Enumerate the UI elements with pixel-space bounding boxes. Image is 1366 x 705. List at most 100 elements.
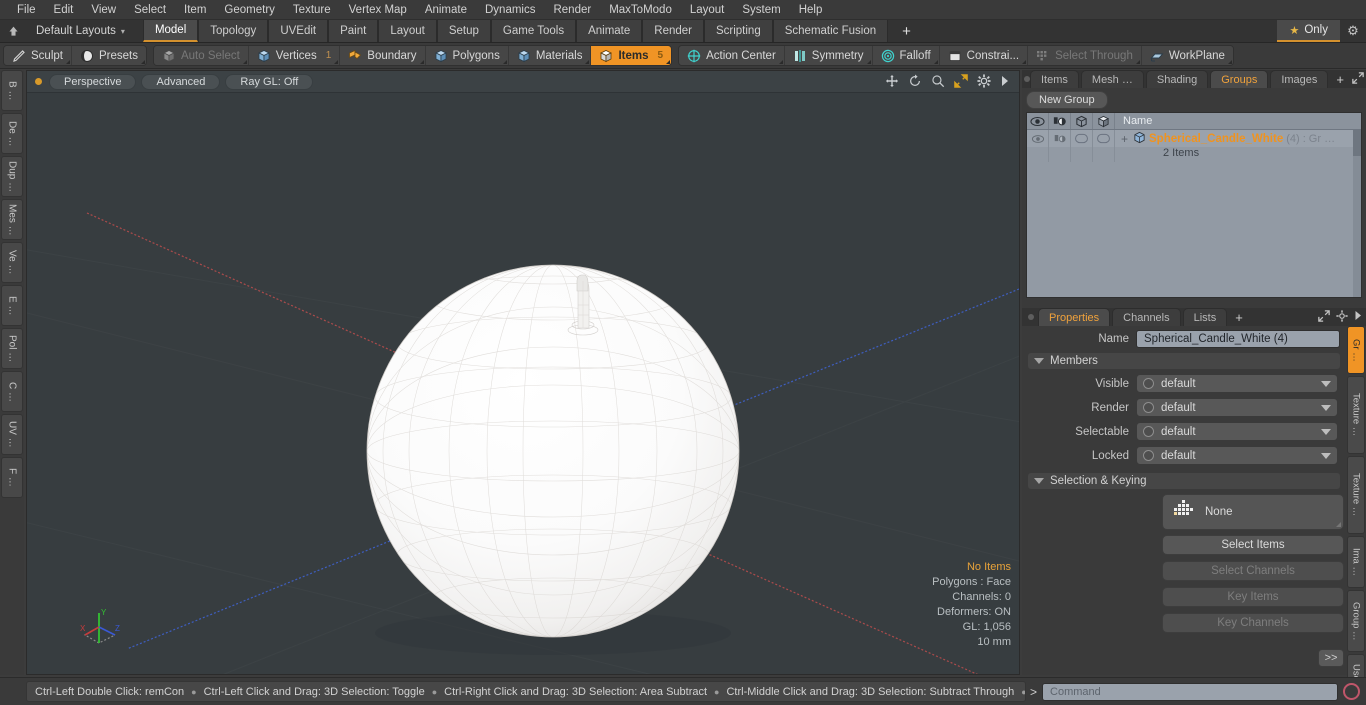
menu-item-dynamics[interactable]: Dynamics [476, 0, 544, 20]
menu-item-item[interactable]: Item [175, 0, 215, 20]
tool-button-boundary[interactable]: Boundary [340, 46, 426, 65]
zoom-icon[interactable] [931, 74, 945, 90]
viewport-canvas[interactable]: Y X Z No Items Polygons : Face Channels:… [27, 93, 1019, 674]
member-dropdown-selectable[interactable]: default [1136, 422, 1338, 441]
selection-set-dropdown[interactable]: None [1162, 494, 1344, 530]
add-layout-tab-button[interactable]: + [888, 20, 925, 42]
left-tab-1[interactable]: De … [1, 113, 23, 154]
chevron-down-icon[interactable] [1321, 452, 1331, 459]
left-tab-3[interactable]: Mes … [1, 199, 23, 240]
table-row[interactable]: + Spherical_Candle_White (4) : Gr … [1027, 130, 1361, 147]
layout-tab-uvedit[interactable]: UVEdit [268, 20, 329, 42]
add-properties-tab-button[interactable]: + [1229, 308, 1249, 326]
gear-icon[interactable] [1336, 309, 1348, 325]
layout-tab-schematic-fusion[interactable]: Schematic Fusion [772, 20, 889, 42]
dropdown-corner-icon[interactable] [933, 60, 938, 64]
row-selectable-toggle[interactable] [1071, 130, 1093, 147]
selection-keying-section-header[interactable]: Selection & Keying [1028, 473, 1340, 489]
panel-tab-groups[interactable]: Groups [1210, 70, 1269, 88]
left-tab-9[interactable]: F … [1, 457, 23, 498]
forward-button[interactable]: >> [1318, 649, 1344, 667]
viewport-raygl-button[interactable]: Ray GL: Off [225, 73, 314, 90]
dropdown-corner-icon[interactable] [334, 60, 339, 64]
dropdown-corner-icon[interactable] [242, 60, 247, 64]
expand-icon[interactable] [1352, 71, 1364, 87]
button-select-items[interactable]: Select Items [1162, 535, 1344, 555]
arrow-right-icon[interactable] [1000, 75, 1009, 89]
dropdown-corner-icon[interactable] [65, 60, 70, 64]
dropdown-corner-icon[interactable] [140, 60, 145, 64]
new-group-button[interactable]: New Group [1026, 91, 1108, 109]
home-icon[interactable] [0, 20, 26, 42]
menu-item-texture[interactable]: Texture [284, 0, 340, 20]
menu-item-view[interactable]: View [82, 0, 125, 20]
menu-item-maxtomodo[interactable]: MaxToModo [600, 0, 681, 20]
eye-icon[interactable] [1027, 113, 1049, 129]
layout-tab-render[interactable]: Render [642, 20, 704, 42]
layout-tab-scripting[interactable]: Scripting [703, 20, 773, 42]
dropdown-corner-icon[interactable] [585, 60, 590, 64]
menu-item-edit[interactable]: Edit [45, 0, 83, 20]
viewport-shading-button[interactable]: Advanced [141, 73, 221, 90]
menu-item-help[interactable]: Help [790, 0, 832, 20]
add-panel-tab-button[interactable]: + [1330, 70, 1350, 88]
properties-menu-dot[interactable] [1024, 308, 1038, 326]
tool-button-materials[interactable]: Materials [508, 46, 592, 65]
menu-item-select[interactable]: Select [125, 0, 175, 20]
chevron-down-icon[interactable] [1321, 380, 1331, 387]
properties-tab-lists[interactable]: Lists [1182, 308, 1228, 326]
row-label[interactable]: + Spherical_Candle_White (4) : Gr … [1115, 130, 1361, 147]
tool-button-polygons[interactable]: Polygons [425, 46, 509, 65]
layout-tab-topology[interactable]: Topology [198, 20, 269, 42]
dropdown-corner-icon[interactable] [778, 60, 783, 64]
gear-icon[interactable] [977, 73, 991, 90]
layout-tab-model[interactable]: Model [142, 20, 199, 42]
menu-item-geometry[interactable]: Geometry [215, 0, 284, 20]
member-dropdown-visible[interactable]: default [1136, 374, 1338, 393]
panel-tab-mesh[interactable]: Mesh … [1080, 70, 1144, 88]
left-tab-6[interactable]: Pol … [1, 328, 23, 369]
properties-tab-channels[interactable]: Channels [1112, 308, 1181, 326]
record-icon[interactable] [1343, 683, 1360, 700]
tool-button-symmetry[interactable]: Symmetry [784, 46, 873, 65]
layout-tab-animate[interactable]: Animate [576, 20, 643, 42]
fullscreen-icon[interactable] [954, 73, 968, 90]
right-tab-0[interactable]: Gr … [1347, 326, 1365, 374]
channel-knob-icon[interactable] [1143, 426, 1154, 437]
left-tab-5[interactable]: E … [1, 285, 23, 326]
move-icon[interactable] [885, 74, 899, 90]
menu-item-animate[interactable]: Animate [416, 0, 476, 20]
default-layouts-menu[interactable]: Default Layouts ▾ [26, 20, 135, 42]
left-tab-4[interactable]: Ve … [1, 242, 23, 283]
layout-tab-paint[interactable]: Paint [328, 20, 379, 42]
command-input[interactable]: Command [1042, 682, 1338, 701]
menu-item-vertex-map[interactable]: Vertex Map [340, 0, 416, 20]
tool-button-falloff[interactable]: Falloff [872, 46, 940, 65]
right-tab-3[interactable]: Ima … [1347, 536, 1365, 588]
menu-item-file[interactable]: File [8, 0, 45, 20]
right-tab-4[interactable]: Group … [1347, 590, 1365, 652]
row-locked-toggle[interactable] [1093, 130, 1115, 147]
properties-tab-properties[interactable]: Properties [1038, 308, 1111, 326]
expander-icon[interactable]: + [1121, 132, 1128, 146]
tool-button-items[interactable]: Items 5 [591, 46, 672, 65]
dropdown-corner-icon[interactable] [419, 60, 424, 64]
menu-item-render[interactable]: Render [544, 0, 600, 20]
left-tab-0[interactable]: B … [1, 70, 23, 111]
tool-button-workplane[interactable]: WorkPlane [1141, 46, 1233, 65]
viewport-3d[interactable]: Perspective Advanced Ray GL: Off Y X Z N… [26, 70, 1020, 675]
tool-button-vertices[interactable]: Vertices 1 [248, 46, 341, 65]
only-toggle-button[interactable]: ★ Only [1277, 20, 1340, 42]
group-item-list[interactable]: Name + Spherical_Candle_White (4): Gr …… [1026, 112, 1362, 298]
tool-button-action-center[interactable]: Action Center [679, 46, 785, 65]
dropdown-corner-icon[interactable] [1227, 60, 1232, 64]
tool-button-presets[interactable]: Presets [71, 46, 146, 65]
wire-cube-icon[interactable] [1071, 113, 1093, 129]
menu-item-layout[interactable]: Layout [681, 0, 734, 20]
dropdown-corner-icon[interactable] [1135, 60, 1140, 64]
tool-button-sculpt[interactable]: Sculpt [4, 46, 72, 65]
render-icon[interactable] [1049, 113, 1071, 129]
shaded-cube-icon[interactable] [1093, 113, 1115, 129]
arrow-right-icon[interactable] [1354, 310, 1362, 324]
layout-tab-game-tools[interactable]: Game Tools [490, 20, 577, 42]
